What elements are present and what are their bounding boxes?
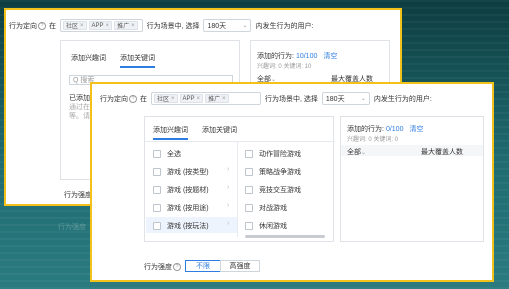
checkbox[interactable]	[245, 168, 253, 176]
checkbox[interactable]	[153, 150, 161, 158]
clear-link[interactable]: 清空	[323, 51, 337, 61]
list-item[interactable]: 休闲游戏	[245, 221, 287, 231]
targeting-label: 行为定向	[9, 22, 37, 30]
period-select[interactable]: 180天 ⌄	[203, 19, 252, 32]
checkbox[interactable]	[153, 168, 161, 176]
strength-row: 行为强度 ?	[144, 262, 184, 272]
tab-keyword[interactable]: 添加关键词	[202, 125, 237, 140]
added-behaviors-label: 添加的行为:	[257, 53, 294, 60]
behavior-sub-count: 兴趣词: 0 关键词: 0	[347, 137, 399, 143]
remove-tag-icon[interactable]: ×	[131, 23, 135, 29]
added-behaviors-label: 添加的行为:	[347, 126, 384, 133]
scene-tag: APP ×	[179, 94, 204, 103]
horizontal-scrollbar[interactable]	[245, 235, 325, 238]
remove-tag-icon[interactable]: ×	[171, 96, 175, 102]
scene-label: 行为场景中, 选择	[146, 22, 200, 30]
scene-tag: 社区 ×	[63, 21, 87, 30]
strength-label: 行为强度	[64, 192, 92, 199]
checkbox[interactable]	[153, 204, 161, 212]
help-icon[interactable]: ?	[173, 263, 181, 271]
tab-interest[interactable]: 添加兴趣词	[153, 125, 188, 140]
chevron-down-icon: ⌄	[361, 149, 367, 156]
scene-tag-input[interactable]: 社区 × APP × 推广 ×	[151, 92, 261, 105]
list-item[interactable]: 策略战争游戏	[245, 167, 301, 177]
checkbox[interactable]	[245, 222, 253, 230]
remove-tag-icon[interactable]: ×	[80, 23, 84, 29]
strength-unlimited-button[interactable]: 不限	[185, 260, 221, 272]
filter-all[interactable]: 全部 ⌄	[347, 147, 366, 157]
checkbox-select-all[interactable]: 全选	[153, 149, 181, 159]
behavior-sub-count: 兴趣词: 0 关键词: 10	[257, 64, 312, 70]
strength-label: 行为强度	[144, 264, 172, 271]
tab-keyword[interactable]: 添加关键词	[120, 53, 155, 68]
suffix-label: 内发生行为的用户:	[373, 95, 432, 103]
scene-tag: 推广 ×	[205, 94, 229, 103]
chevron-right-icon[interactable]: ›	[227, 166, 229, 173]
checkbox[interactable]	[245, 186, 253, 194]
remove-tag-icon[interactable]: ×	[222, 96, 226, 102]
help-icon[interactable]: ?	[129, 94, 137, 103]
period-select[interactable]: 180天 ⌄	[321, 92, 370, 105]
behavior-count: 10/100	[295, 52, 318, 60]
scene-tag: 社区 ×	[154, 94, 178, 103]
list-item[interactable]: 动作冒险游戏	[245, 149, 301, 159]
list-item[interactable]: 对战游戏	[245, 203, 287, 213]
tab-interest[interactable]: 添加兴趣词	[71, 53, 106, 68]
remove-tag-icon[interactable]: ×	[106, 23, 110, 29]
chevron-right-icon[interactable]: ›	[227, 202, 229, 209]
checkbox[interactable]	[153, 222, 161, 230]
behavior-count: 0/100	[385, 125, 404, 133]
scene-label: 行为场景中, 选择	[265, 95, 318, 103]
clear-link[interactable]: 清空	[409, 124, 423, 134]
interest-selector-box: 添加兴趣词 添加关键词 全选 游戏 (按类型) 游戏 (按题材) 游戏 (按用途…	[144, 116, 335, 242]
scene-tag-input[interactable]: 社区 × APP × 推广 ×	[60, 19, 143, 32]
targeting-row: 行为定向 ? 在 社区 × APP × 推广 × 行为场景中, 选择 180天 ⌄ 内发…	[9, 19, 313, 32]
checkbox[interactable]	[245, 204, 253, 212]
targeting-row: 行为定向 ? 在 社区 × APP × 推广 × 行为场景中, 选择 180天 ⌄ 内发…	[100, 92, 432, 105]
chevron-down-icon: ⌄	[242, 23, 248, 29]
list-item[interactable]: 游戏 (按用途)	[153, 203, 209, 213]
in-label: 在	[140, 95, 147, 103]
scene-tag: 推广 ×	[114, 21, 138, 30]
chevron-down-icon: ⌄	[360, 96, 366, 102]
chevron-right-icon[interactable]: ›	[227, 184, 229, 191]
checkbox[interactable]	[153, 186, 161, 194]
targeting-label: 行为定向	[100, 95, 128, 103]
in-label: 在	[49, 22, 56, 30]
list-item[interactable]: 游戏 (按类型)	[153, 167, 209, 177]
remove-tag-icon[interactable]: ×	[197, 96, 201, 102]
help-icon[interactable]: ?	[38, 21, 46, 30]
ghost-reflection-text: 行为强度	[58, 224, 86, 231]
checkbox[interactable]	[245, 150, 253, 158]
list-item[interactable]: 游戏 (按玩法)	[153, 221, 209, 231]
added-behaviors-box: 添加的行为: 0/100 清空 兴趣词: 0 关键词: 0 全部 ⌄ 最大覆盖人数	[340, 116, 484, 242]
strength-high-button[interactable]: 高强度	[220, 260, 260, 272]
column-max-coverage: 最大覆盖人数	[421, 149, 463, 156]
suffix-label: 内发生行为的用户:	[255, 22, 314, 30]
behavior-targeting-panel-front: 行为定向 ? 在 社区 × APP × 推广 × 行为场景中, 选择 180天 ⌄ 内发…	[90, 82, 494, 282]
scene-tag: APP ×	[88, 21, 113, 30]
list-item[interactable]: 竞技交互游戏	[245, 185, 301, 195]
list-item[interactable]: 游戏 (按题材)	[153, 185, 209, 195]
hint-line: 等。请	[69, 113, 90, 120]
chevron-right-icon[interactable]: ›	[227, 220, 229, 227]
